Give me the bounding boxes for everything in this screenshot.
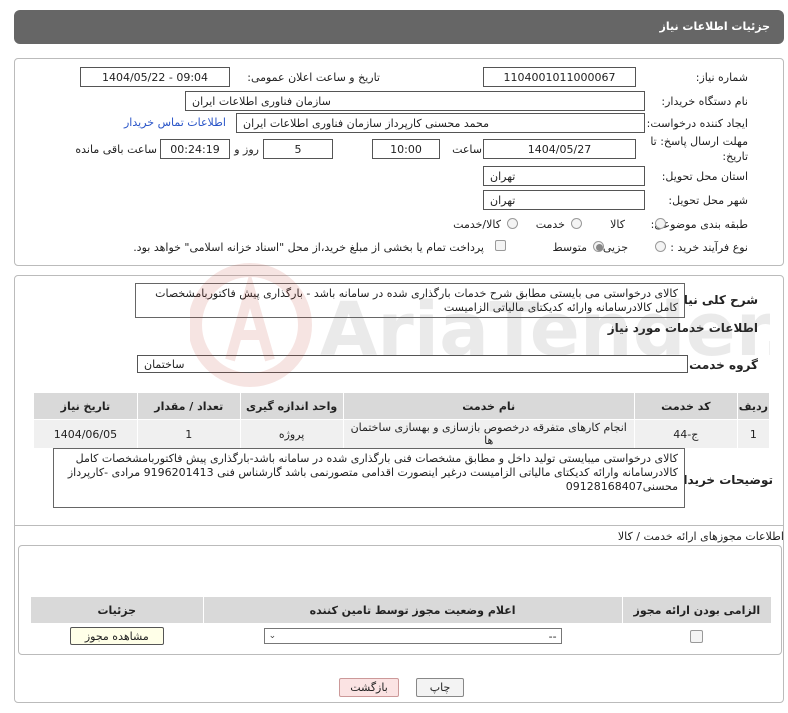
remaining-time-field: 00:24:19 xyxy=(160,139,230,159)
col-row: ردیف xyxy=(736,392,771,420)
purchase-type-label: نوع فرآیند خرید : xyxy=(670,241,748,254)
services-section-title: اطلاعات خدمات مورد نیاز xyxy=(607,321,758,335)
purchase-option-medium: متوسط xyxy=(552,241,587,254)
chevron-down-icon: ⌄ xyxy=(268,631,277,641)
purchase-radio-minor[interactable] xyxy=(655,241,666,252)
permit-status-select[interactable]: -- ⌄ xyxy=(263,628,562,644)
category-option-service: خدمت xyxy=(535,218,565,231)
province-field: تهران xyxy=(483,166,645,186)
category-option-goods-service: کالا/خدمت xyxy=(453,218,501,231)
services-table: ردیف کد خدمت نام خدمت واحد اندازه گیری ت… xyxy=(33,392,771,449)
permits-section-title: اطلاعات مجوزهای ارائه خدمت / کالا xyxy=(617,530,784,543)
category-radio-goods[interactable] xyxy=(655,218,666,229)
cell-row: 1 xyxy=(736,419,771,449)
deadline-time-label: ساعت xyxy=(452,143,482,156)
remaining-time-label: ساعت باقی مانده xyxy=(75,143,157,156)
category-radio-goods-service[interactable] xyxy=(507,218,518,229)
col-need-date: تاریخ نیاز xyxy=(33,392,138,420)
col-permit-details: جزئیات xyxy=(30,596,204,624)
cell-service-code: ج-44 xyxy=(633,419,738,449)
back-button[interactable]: بازگشت xyxy=(339,678,399,697)
deadline-label: مهلت ارسال پاسخ: تا xyxy=(650,135,748,148)
deadline-label-date: تاریخ: xyxy=(722,150,748,163)
permit-status-value: -- xyxy=(548,629,557,643)
category-option-goods: کالا xyxy=(610,218,625,231)
need-number-field: 1104001011000067 xyxy=(483,67,636,87)
buyer-notes-label: توضیحات خریدار: xyxy=(671,473,773,487)
need-info-panel xyxy=(14,58,784,266)
treasury-payment-checkbox[interactable] xyxy=(495,240,506,251)
category-radio-service[interactable] xyxy=(571,218,582,229)
city-label: شهر محل تحویل: xyxy=(668,194,748,207)
deadline-time-field: 10:00 xyxy=(372,139,440,159)
page-header: جزئیات اطلاعات نیاز xyxy=(14,10,784,44)
purchase-option-minor: جزیی xyxy=(602,241,628,254)
treasury-payment-note: پرداخت تمام یا بخشی از مبلغ خرید،از محل … xyxy=(133,241,484,254)
purchase-radio-medium[interactable] xyxy=(593,241,604,252)
table-row: -- ⌄ مشاهده مجوز xyxy=(30,623,773,649)
cell-quantity: 1 xyxy=(136,419,241,449)
col-permit-required: الزامی بودن ارائه مجوز xyxy=(621,596,773,624)
permits-divider xyxy=(14,525,784,526)
buyer-contact-link[interactable]: اطلاعات تماس خریدار xyxy=(124,116,226,129)
need-number-label: شماره نیاز: xyxy=(695,71,748,84)
print-button[interactable]: چاپ xyxy=(416,678,464,697)
buyer-org-field: سازمان فناوری اطلاعات ایران xyxy=(185,91,645,111)
col-permit-status: اعلام وضعیت مجوز توسط تامین کننده xyxy=(202,596,623,624)
permit-required-checkbox[interactable] xyxy=(690,629,704,643)
col-unit: واحد اندازه گیری xyxy=(239,392,344,420)
col-quantity: تعداد / مقدار xyxy=(136,392,241,420)
buyer-org-label: نام دستگاه خریدار: xyxy=(661,95,748,108)
service-group-label: گروه خدمت: xyxy=(684,358,758,372)
table-row: 1 ج-44 انجام کارهای متفرقه درخصوص بازساز… xyxy=(33,419,771,449)
creator-label: ایجاد کننده درخواست: xyxy=(646,117,748,130)
page-title: جزئیات اطلاعات نیاز xyxy=(659,20,771,33)
col-service-name: نام خدمت xyxy=(342,392,635,420)
days-label: روز و xyxy=(234,143,259,156)
announce-datetime-label: تاریخ و ساعت اعلان عمومی: xyxy=(247,71,380,84)
service-group-field: ساختمان xyxy=(137,355,688,373)
view-permit-button[interactable]: مشاهده مجوز xyxy=(69,627,164,645)
announce-datetime-field: 1404/05/22 - 09:04 xyxy=(80,67,230,87)
summary-textarea[interactable]: کالای درخواستی می بایستی مطابق شرح خدمات… xyxy=(135,283,685,318)
cell-need-date: 1404/06/05 xyxy=(33,419,138,449)
permits-table: الزامی بودن ارائه مجوز اعلام وضعیت مجوز … xyxy=(30,596,773,649)
province-label: استان محل تحویل: xyxy=(661,170,748,183)
city-field: تهران xyxy=(483,190,645,210)
days-field: 5 xyxy=(263,139,333,159)
deadline-date-field: 1404/05/27 xyxy=(483,139,636,159)
buyer-notes-textarea[interactable]: کالای درخواستی میبایستی تولید داخل و مطا… xyxy=(53,448,685,508)
cell-service-name: انجام کارهای متفرقه درخصوص بازسازی و بهس… xyxy=(342,419,635,449)
col-service-code: کد خدمت xyxy=(633,392,738,420)
creator-field: محمد محسنی کارپرداز سازمان فناوری اطلاعا… xyxy=(236,113,645,133)
cell-unit: پروژه xyxy=(239,419,344,449)
